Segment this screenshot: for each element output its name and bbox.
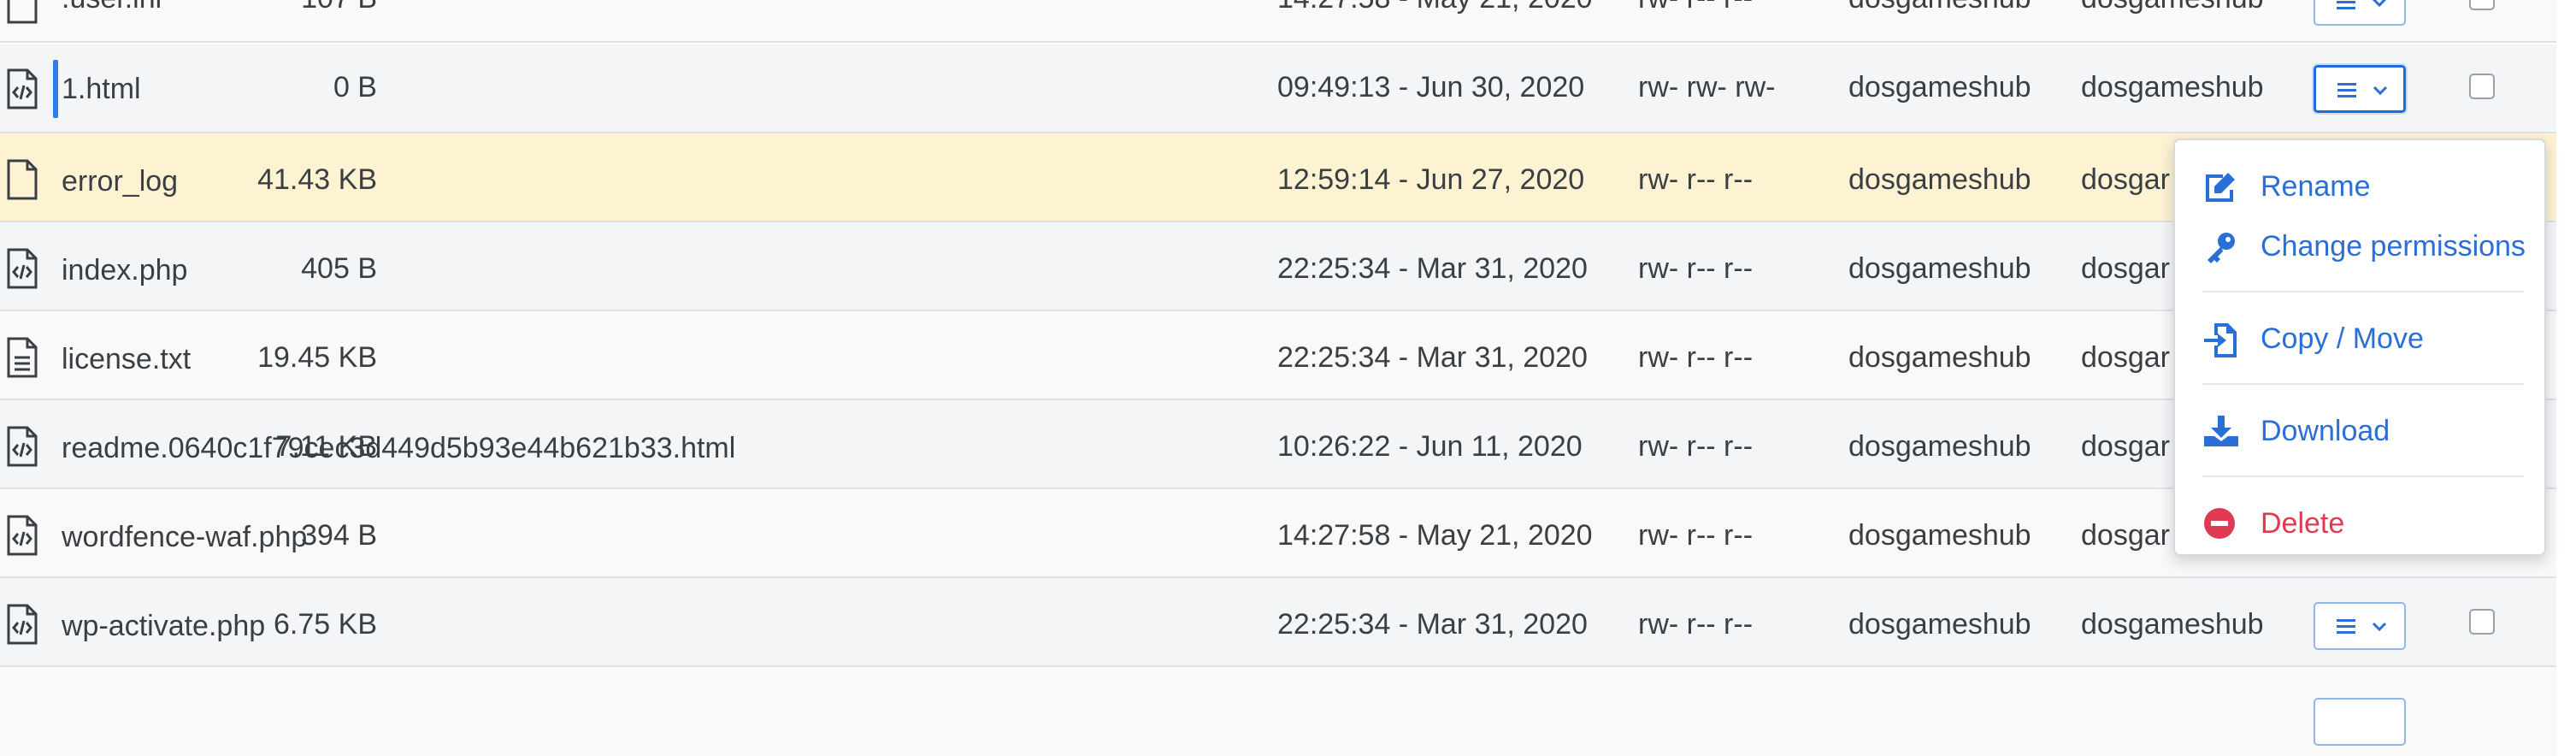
file-size: 0 B — [333, 71, 377, 103]
file-permissions: rw- r-- r-- — [1638, 608, 1754, 641]
table-row[interactable]: 1.html 0 B 09:49:13 - Jun 30, 2020 rw- r… — [0, 44, 2556, 133]
file-modified: 14:27:58 - May 21, 2020 — [1277, 0, 1593, 15]
file-import-icon — [2204, 323, 2237, 357]
text-file-icon — [5, 337, 39, 378]
menu-divider — [2202, 475, 2524, 477]
file-owner: dosgameshub — [1848, 430, 2031, 463]
file-permissions: rw- r-- r-- — [1638, 519, 1754, 552]
file-size: 6.75 KB — [274, 608, 377, 641]
table-row[interactable] — [0, 667, 2556, 756]
code-file-icon — [5, 248, 39, 289]
file-group: dosgar — [2081, 519, 2170, 552]
row-checkbox[interactable] — [2469, 74, 2495, 99]
menu-item-copy-move[interactable]: Copy / Move — [2175, 313, 2544, 364]
menu-item-label: Change permissions — [2261, 230, 2526, 263]
file-name[interactable]: wordfence-waf.php — [62, 520, 307, 554]
key-icon — [2208, 233, 2235, 263]
menu-item-label: Rename — [2261, 170, 2371, 203]
file-size: 405 B — [301, 252, 377, 285]
focus-indicator — [53, 60, 58, 118]
file-owner: dosgameshub — [1848, 163, 2031, 196]
file-group: dosgar — [2081, 430, 2170, 463]
row-actions-button[interactable] — [2314, 602, 2406, 650]
menu-item-label: Delete — [2261, 507, 2345, 540]
chevron-down-icon — [2372, 622, 2387, 632]
file-name[interactable]: index.php — [62, 253, 187, 287]
file-size: 41.43 KB — [257, 163, 377, 196]
row-checkbox[interactable] — [2469, 609, 2495, 635]
file-group: dosgameshub — [2081, 0, 2264, 15]
file-permissions: rw- r-- r-- — [1638, 163, 1754, 196]
file-name[interactable]: .user.ini — [62, 0, 162, 15]
file-icon — [5, 159, 39, 200]
row-actions-button[interactable] — [2314, 698, 2406, 746]
row-actions-button[interactable] — [2314, 0, 2406, 26]
file-icon — [5, 0, 39, 24]
file-owner: dosgameshub — [1848, 341, 2031, 374]
file-permissions: rw- r-- r-- — [1638, 430, 1754, 463]
file-permissions: rw- rw- rw- — [1638, 71, 1776, 103]
file-permissions: rw- r-- r-- — [1638, 0, 1753, 15]
file-size: 107 B — [301, 0, 377, 15]
file-owner: dosgameshub — [1848, 519, 2031, 552]
file-modified: 22:25:34 - Mar 31, 2020 — [1277, 608, 1588, 641]
menu-divider — [2202, 383, 2524, 385]
file-group: dosgar — [2081, 163, 2170, 196]
menu-icon — [2337, 1, 2355, 9]
menu-item-label: Download — [2261, 415, 2390, 447]
file-group: dosgar — [2081, 252, 2170, 285]
chevron-down-icon — [2373, 86, 2388, 96]
code-file-icon — [5, 604, 39, 645]
file-name[interactable]: wp-activate.php — [62, 609, 265, 643]
file-modified: 12:59:14 - Jun 27, 2020 — [1277, 163, 1585, 196]
menu-item-rename[interactable]: Rename — [2175, 161, 2544, 212]
menu-item-label: Copy / Move — [2261, 322, 2424, 355]
file-size: 394 B — [301, 519, 377, 552]
file-permissions: rw- r-- r-- — [1638, 252, 1754, 285]
file-owner: dosgameshub — [1848, 71, 2031, 103]
menu-item-download[interactable]: Download — [2175, 405, 2544, 457]
download-icon — [2204, 416, 2238, 446]
row-checkbox[interactable] — [2469, 0, 2495, 10]
file-group: dosgar — [2081, 341, 2170, 374]
file-size: 19.45 KB — [257, 341, 377, 374]
file-owner: dosgameshub — [1848, 0, 2031, 15]
table-row[interactable]: wp-activate.php 6.75 KB 22:25:34 - Mar 3… — [0, 578, 2556, 667]
file-modified: 14:27:58 - May 21, 2020 — [1277, 519, 1593, 552]
menu-icon — [2337, 619, 2355, 634]
file-modified: 22:25:34 - Mar 31, 2020 — [1277, 252, 1588, 285]
rename-icon — [2206, 173, 2235, 202]
file-modified: 10:26:22 - Jun 11, 2020 — [1277, 430, 1583, 463]
chevron-down-icon — [2372, 0, 2387, 8]
table-row[interactable]: .user.ini 107 B 14:27:58 - May 21, 2020 … — [0, 0, 2556, 43]
file-group: dosgameshub — [2081, 608, 2264, 641]
row-actions-menu: Rename Change permissions Copy / Move Do… — [2173, 139, 2546, 556]
file-modified: 22:25:34 - Mar 31, 2020 — [1277, 341, 1588, 374]
minus-circle-icon — [2204, 508, 2235, 539]
file-permissions: rw- r-- r-- — [1638, 341, 1754, 374]
file-name[interactable]: license.txt — [62, 342, 191, 376]
file-owner: dosgameshub — [1848, 608, 2031, 641]
code-file-icon — [5, 68, 39, 109]
menu-item-change-permissions[interactable]: Change permissions — [2175, 221, 2544, 272]
file-size: 7.11 KB — [275, 430, 377, 463]
code-file-icon — [5, 426, 39, 467]
file-name[interactable]: readme.0640c1f79cec3d449d5b93e44b621b33.… — [62, 431, 735, 465]
code-file-icon — [5, 515, 39, 556]
menu-icon — [2337, 83, 2356, 97]
file-owner: dosgameshub — [1848, 252, 2031, 285]
row-actions-button[interactable] — [2314, 65, 2406, 113]
file-name[interactable]: 1.html — [62, 72, 141, 106]
file-modified: 09:49:13 - Jun 30, 2020 — [1277, 71, 1585, 103]
menu-divider — [2202, 291, 2524, 292]
file-group: dosgameshub — [2081, 71, 2264, 103]
menu-item-delete[interactable]: Delete — [2175, 498, 2544, 549]
file-name[interactable]: error_log — [62, 164, 178, 198]
